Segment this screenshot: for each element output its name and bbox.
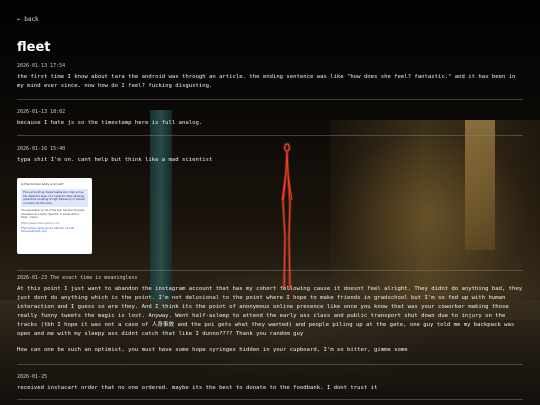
post-entry: 2026-01-23 The exact time is meaningless…	[17, 275, 523, 355]
back-link[interactable]: ← back	[17, 16, 39, 23]
divider	[17, 399, 523, 400]
post-date: 2026-01-13 17:54	[17, 63, 66, 69]
post-text: because I hate js so the timestamp here …	[17, 120, 203, 126]
embed-source: https://www.sciencedirect.com	[21, 221, 60, 225]
post-date: 2026-01-23 The exact time is meaningless	[17, 275, 138, 281]
post-entry: 2026-01-13 18:02 because I hate js so th…	[17, 109, 523, 128]
embed-text: The equivalent circuit of the skin has t…	[21, 209, 85, 220]
post-entry: 2026-01-25 received instacart order that…	[17, 374, 523, 393]
embed-snippet: The surrounding impermeable skin may act…	[21, 189, 88, 208]
divider	[17, 364, 523, 365]
search-result-screenshot: Is the human body a circuit? The surroun…	[17, 178, 92, 254]
post-entry: 2026-01-16 15:40 typa shit I'm on. cant …	[17, 146, 523, 165]
post-date: 2026-01-13 18:02	[17, 109, 66, 115]
post-text: How can one be such an optimist, you mus…	[17, 347, 408, 353]
post-text: received instacart order that no one ord…	[17, 385, 378, 391]
post-text: typa shit I'm on. cant help but think li…	[17, 157, 213, 163]
embed-question: Is the human body a circuit?	[21, 182, 64, 186]
page-title: fleet	[17, 40, 51, 55]
post-date: 2026-01-16 15:40	[17, 146, 66, 152]
page-content: ← back fleet 2026-01-13 17:54 the first …	[0, 0, 540, 405]
post-text: the first time I know about tara the and…	[17, 74, 516, 89]
divider	[17, 99, 523, 100]
divider	[17, 270, 523, 271]
post-text: At this point I just want to abandon the…	[17, 286, 523, 337]
post-entry: 2026-01-13 17:54 the first time I know a…	[17, 63, 523, 91]
divider	[17, 135, 523, 136]
embed-link[interactable]: The human body as an electric circuit - …	[21, 226, 88, 234]
post-date: 2026-01-25	[17, 374, 48, 380]
